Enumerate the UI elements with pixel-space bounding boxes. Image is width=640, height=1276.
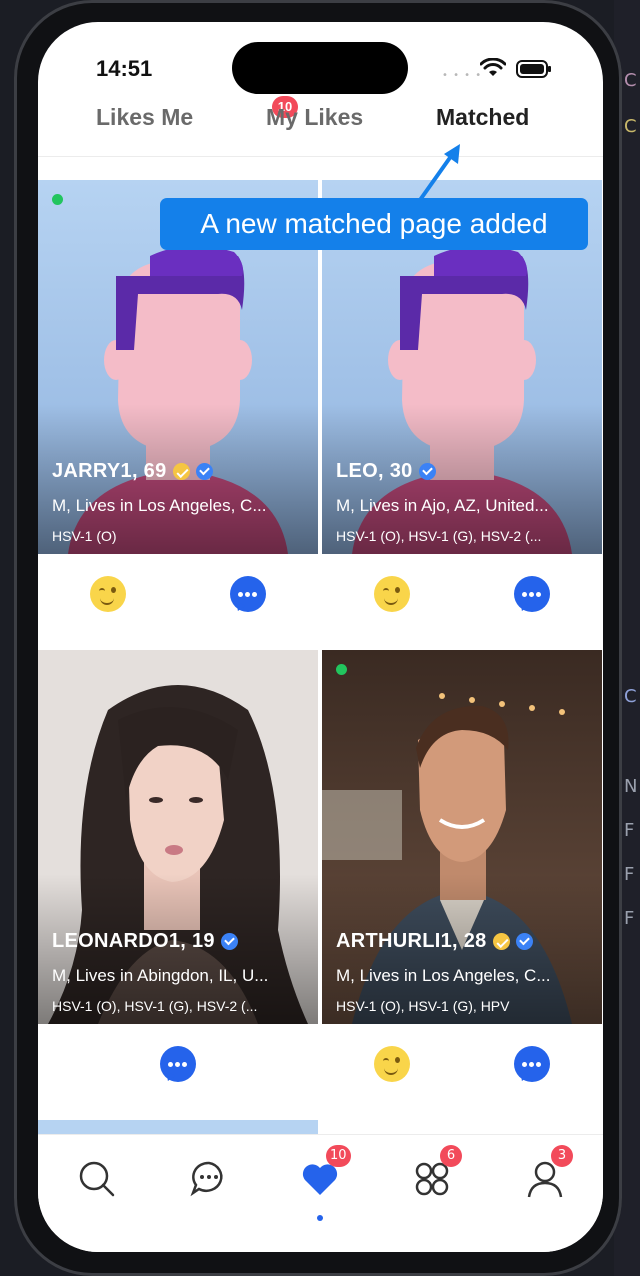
tab-label: Likes Me	[96, 104, 194, 130]
name-row: JARRY1, 69	[52, 460, 213, 483]
bg-glyph: C	[624, 70, 637, 91]
profile-card[interactable]: ARTHURLI1, 28 M, Lives in Los Angeles, C…	[322, 650, 602, 1118]
chat-button[interactable]	[160, 1046, 196, 1082]
profile-name: LEO, 30	[336, 460, 413, 482]
nav-profile[interactable]: 3	[523, 1145, 573, 1201]
bg-glyph: F	[624, 864, 635, 885]
profile-card[interactable]: LEO, 30 M, Lives in Ajo, AZ, United... H…	[322, 180, 602, 648]
verified-badge-icon	[220, 933, 238, 950]
gold-badge-icon	[492, 933, 510, 950]
profile-location: M, Lives in Los Angeles, C...	[52, 496, 267, 515]
wink-button[interactable]	[374, 576, 410, 612]
wink-button[interactable]	[90, 576, 126, 612]
gold-badge-icon	[172, 463, 190, 480]
chat-button[interactable]	[230, 576, 266, 612]
tab-matched[interactable]: Matched	[436, 104, 529, 131]
verified-badge-icon	[418, 463, 436, 480]
profile-photo: LEONARDO1, 19 M, Lives in Abingdon, IL, …	[38, 650, 318, 1024]
profile-tags: HSV-1 (O), HSV-1 (G), HPV	[336, 998, 510, 1014]
annotation-callout: A new matched page added	[160, 198, 588, 250]
active-tab-indicator	[317, 1215, 323, 1221]
tab-my-likes[interactable]: My Likes	[266, 104, 363, 131]
profile-name: ARTHURLI1, 28	[336, 930, 487, 952]
name-row: ARTHURLI1, 28	[336, 930, 533, 953]
signal-icon: • • • •	[442, 70, 483, 81]
chat-bubble-icon	[190, 1161, 223, 1197]
verified-badge-icon	[515, 933, 533, 950]
profile-name: LEONARDO1, 19	[52, 930, 215, 952]
verified-badge-icon	[195, 463, 213, 480]
nav-apps[interactable]: 6	[410, 1145, 462, 1201]
chat-button[interactable]	[514, 576, 550, 612]
profile-tags: HSV-1 (O), HSV-1 (G), HSV-2 (...	[52, 998, 258, 1014]
card-actions	[322, 1024, 602, 1118]
card-actions	[322, 554, 602, 648]
name-row: LEONARDO1, 19	[52, 930, 238, 953]
card-actions	[38, 1024, 318, 1118]
name-row: LEO, 30	[336, 460, 436, 483]
profile-name: JARRY1, 69	[52, 460, 167, 482]
tab-bar: Likes Me 10 My Likes Matched	[38, 96, 603, 157]
status-time: 14:51	[96, 56, 153, 81]
search-icon	[79, 1161, 115, 1197]
profile-photo: ARTHURLI1, 28 M, Lives in Los Angeles, C…	[322, 650, 602, 1024]
online-indicator	[336, 664, 347, 675]
profile-card[interactable]: LEONARDO1, 19 M, Lives in Abingdon, IL, …	[38, 650, 318, 1118]
profile-tags: HSV-1 (O), HSV-1 (G), HSV-2 (...	[336, 528, 542, 544]
bg-glyph: N	[624, 776, 638, 797]
next-card-peek	[38, 1120, 318, 1134]
online-indicator	[52, 194, 63, 205]
bg-glyph: C	[624, 686, 637, 707]
tab-label: Matched	[436, 104, 530, 130]
app-screen: 14:51 • • • • Likes Me 10 My Likes Match…	[38, 22, 603, 1252]
bg-glyph: C	[624, 116, 637, 137]
wifi-icon	[480, 58, 506, 76]
profile-nav-badge: 3	[551, 1145, 573, 1167]
chat-button[interactable]	[514, 1046, 550, 1082]
battery-icon	[516, 60, 551, 78]
likes-nav-badge: 10	[326, 1145, 351, 1167]
profile-location: M, Lives in Los Angeles, C...	[336, 966, 551, 985]
bg-glyph: F	[624, 820, 635, 841]
profile-tags: HSV-1 (O)	[52, 528, 117, 544]
profile-location: M, Lives in Ajo, AZ, United...	[336, 496, 549, 515]
nav-chat[interactable]	[187, 1157, 231, 1201]
apps-nav-badge: 6	[440, 1145, 462, 1167]
profile-card[interactable]: JARRY1, 69 M, Lives in Los Angeles, C...…	[38, 180, 318, 648]
bottom-nav: 10 6 3	[38, 1134, 603, 1252]
wink-button[interactable]	[374, 1046, 410, 1082]
tab-label: My Likes	[266, 104, 364, 130]
dynamic-island	[232, 42, 408, 94]
bg-glyph: F	[624, 908, 635, 929]
phone-frame: 14:51 • • • • Likes Me 10 My Likes Match…	[14, 0, 622, 1276]
nav-likes[interactable]: 10	[298, 1145, 351, 1201]
nav-search[interactable]	[75, 1157, 119, 1201]
tab-likes-me[interactable]: Likes Me 10	[96, 96, 298, 131]
profile-location: M, Lives in Abingdon, IL, U...	[52, 966, 269, 985]
card-actions	[38, 554, 318, 648]
annotation-arrow	[418, 144, 460, 202]
